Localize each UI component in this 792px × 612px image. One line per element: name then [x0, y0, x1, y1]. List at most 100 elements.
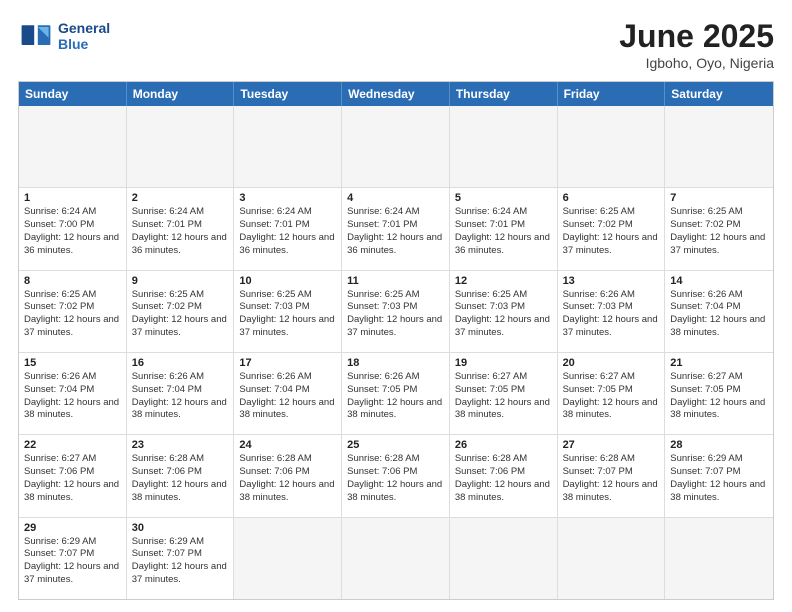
location: Igboho, Oyo, Nigeria	[619, 55, 774, 71]
header-sunday: Sunday	[19, 82, 127, 106]
page: General Blue June 2025 Igboho, Oyo, Nige…	[0, 0, 792, 612]
cell-info: Sunrise: 6:28 AMSunset: 7:06 PMDaylight:…	[132, 453, 227, 502]
day-number: 11	[347, 275, 444, 287]
day-number: 18	[347, 357, 444, 369]
day-number: 29	[24, 522, 121, 534]
cell-info: Sunrise: 6:29 AMSunset: 7:07 PMDaylight:…	[24, 536, 119, 585]
table-row: 25Sunrise: 6:28 AMSunset: 7:06 PMDayligh…	[342, 435, 450, 516]
day-number: 16	[132, 357, 229, 369]
cell-info: Sunrise: 6:27 AMSunset: 7:06 PMDaylight:…	[24, 453, 119, 502]
cell-info: Sunrise: 6:28 AMSunset: 7:06 PMDaylight:…	[455, 453, 550, 502]
table-row: 21Sunrise: 6:27 AMSunset: 7:05 PMDayligh…	[665, 353, 773, 434]
table-row	[19, 106, 127, 187]
cell-info: Sunrise: 6:25 AMSunset: 7:02 PMDaylight:…	[670, 206, 765, 255]
cell-info: Sunrise: 6:24 AMSunset: 7:01 PMDaylight:…	[132, 206, 227, 255]
cell-info: Sunrise: 6:29 AMSunset: 7:07 PMDaylight:…	[670, 453, 765, 502]
table-row: 30 Sunrise: 6:29 AMSunset: 7:07 PMDayligh…	[127, 518, 235, 599]
table-row	[450, 518, 558, 599]
day-number: 8	[24, 275, 121, 287]
cell-info: Sunrise: 6:29 AMSunset: 7:07 PMDaylight:…	[132, 536, 227, 585]
header-tuesday: Tuesday	[234, 82, 342, 106]
table-row: 22 Sunrise: 6:27 AMSunset: 7:06 PMDayligh…	[19, 435, 127, 516]
table-row: 10Sunrise: 6:25 AMSunset: 7:03 PMDayligh…	[234, 271, 342, 352]
day-number: 13	[563, 275, 660, 287]
cell-info: Sunrise: 6:24 AMSunset: 7:01 PMDaylight:…	[347, 206, 442, 255]
cell-info: Sunrise: 6:26 AMSunset: 7:04 PMDaylight:…	[24, 371, 119, 420]
calendar: Sunday Monday Tuesday Wednesday Thursday…	[18, 81, 774, 600]
calendar-row: 22 Sunrise: 6:27 AMSunset: 7:06 PMDayligh…	[19, 435, 773, 517]
day-number: 2	[132, 192, 229, 204]
day-number: 7	[670, 192, 768, 204]
day-number: 1	[24, 192, 121, 204]
cell-info: Sunrise: 6:27 AMSunset: 7:05 PMDaylight:…	[455, 371, 550, 420]
day-number: 5	[455, 192, 552, 204]
day-number: 3	[239, 192, 336, 204]
title-block: June 2025 Igboho, Oyo, Nigeria	[619, 18, 774, 71]
logo-text: General Blue	[58, 20, 110, 52]
table-row	[342, 106, 450, 187]
header-wednesday: Wednesday	[342, 82, 450, 106]
calendar-row: 29 Sunrise: 6:29 AMSunset: 7:07 PMDayligh…	[19, 518, 773, 599]
table-row: 27 Sunrise: 6:28 AMSunset: 7:07 PMDayligh…	[558, 435, 666, 516]
day-number: 27	[563, 439, 660, 451]
table-row: 9Sunrise: 6:25 AMSunset: 7:02 PMDaylight…	[127, 271, 235, 352]
table-row: 12 Sunrise: 6:25 AMSunset: 7:03 PMDayligh…	[450, 271, 558, 352]
cell-info: Sunrise: 6:26 AMSunset: 7:05 PMDaylight:…	[347, 371, 442, 420]
table-row	[342, 518, 450, 599]
table-row	[558, 518, 666, 599]
month-title: June 2025	[619, 18, 774, 55]
table-row: 14Sunrise: 6:26 AMSunset: 7:04 PMDayligh…	[665, 271, 773, 352]
table-row: 24Sunrise: 6:28 AMSunset: 7:06 PMDayligh…	[234, 435, 342, 516]
day-number: 26	[455, 439, 552, 451]
cell-info: Sunrise: 6:28 AMSunset: 7:07 PMDaylight:…	[563, 453, 658, 502]
table-row: 18 Sunrise: 6:26 AMSunset: 7:05 PMDayligh…	[342, 353, 450, 434]
table-row: 15 Sunrise: 6:26 AMSunset: 7:04 PMDayligh…	[19, 353, 127, 434]
table-row: 16 Sunrise: 6:26 AMSunset: 7:04 PMDayligh…	[127, 353, 235, 434]
table-row	[558, 106, 666, 187]
table-row: 8 Sunrise: 6:25 AMSunset: 7:02 PMDaylight…	[19, 271, 127, 352]
day-number: 12	[455, 275, 552, 287]
table-row: 29 Sunrise: 6:29 AMSunset: 7:07 PMDayligh…	[19, 518, 127, 599]
cell-info: Sunrise: 6:25 AMSunset: 7:03 PMDaylight:…	[455, 289, 550, 338]
day-number: 20	[563, 357, 660, 369]
cell-info: Sunrise: 6:27 AMSunset: 7:05 PMDaylight:…	[670, 371, 765, 420]
table-row: 3 Sunrise: 6:24 AMSunset: 7:01 PMDaylight…	[234, 188, 342, 269]
table-row: 17 Sunrise: 6:26 AMSunset: 7:04 PMDayligh…	[234, 353, 342, 434]
table-row: 7 Sunrise: 6:25 AMSunset: 7:02 PMDaylight…	[665, 188, 773, 269]
header-thursday: Thursday	[450, 82, 558, 106]
cell-info: Sunrise: 6:27 AMSunset: 7:05 PMDaylight:…	[563, 371, 658, 420]
table-row	[450, 106, 558, 187]
day-number: 17	[239, 357, 336, 369]
table-row: 13 Sunrise: 6:26 AMSunset: 7:03 PMDayligh…	[558, 271, 666, 352]
table-row	[234, 518, 342, 599]
cell-info: Sunrise: 6:26 AMSunset: 7:04 PMDaylight:…	[132, 371, 227, 420]
calendar-body: 1Sunrise: 6:24 AMSunset: 7:00 PMDaylight…	[19, 106, 773, 599]
cell-info: Sunrise: 6:26 AMSunset: 7:03 PMDaylight:…	[563, 289, 658, 338]
cell-info: Sunrise: 6:28 AMSunset: 7:06 PMDaylight:…	[347, 453, 442, 502]
header-monday: Monday	[127, 82, 235, 106]
table-row	[127, 106, 235, 187]
table-row	[665, 106, 773, 187]
cell-info: Sunrise: 6:26 AMSunset: 7:04 PMDaylight:…	[670, 289, 765, 338]
table-row: 26 Sunrise: 6:28 AMSunset: 7:06 PMDayligh…	[450, 435, 558, 516]
day-number: 30	[132, 522, 229, 534]
table-row: 6Sunrise: 6:25 AMSunset: 7:02 PMDaylight…	[558, 188, 666, 269]
calendar-header: Sunday Monday Tuesday Wednesday Thursday…	[19, 82, 773, 106]
day-number: 19	[455, 357, 552, 369]
day-number: 23	[132, 439, 229, 451]
table-row	[665, 518, 773, 599]
general-blue-icon	[18, 18, 54, 54]
table-row: 5 Sunrise: 6:24 AMSunset: 7:01 PMDaylight…	[450, 188, 558, 269]
cell-info: Sunrise: 6:24 AMSunset: 7:01 PMDaylight:…	[455, 206, 550, 255]
cell-info: Sunrise: 6:24 AMSunset: 7:01 PMDaylight:…	[239, 206, 334, 255]
cell-info: Sunrise: 6:26 AMSunset: 7:04 PMDaylight:…	[239, 371, 334, 420]
day-number: 4	[347, 192, 444, 204]
day-number: 15	[24, 357, 121, 369]
cell-info: Sunrise: 6:25 AMSunset: 7:03 PMDaylight:…	[347, 289, 442, 338]
day-number: 22	[24, 439, 121, 451]
cell-info: Sunrise: 6:25 AMSunset: 7:02 PMDaylight:…	[24, 289, 119, 338]
table-row: 2 Sunrise: 6:24 AMSunset: 7:01 PMDaylight…	[127, 188, 235, 269]
day-number: 10	[239, 275, 336, 287]
table-row: 20 Sunrise: 6:27 AMSunset: 7:05 PMDayligh…	[558, 353, 666, 434]
table-row: 1Sunrise: 6:24 AMSunset: 7:00 PMDaylight…	[19, 188, 127, 269]
